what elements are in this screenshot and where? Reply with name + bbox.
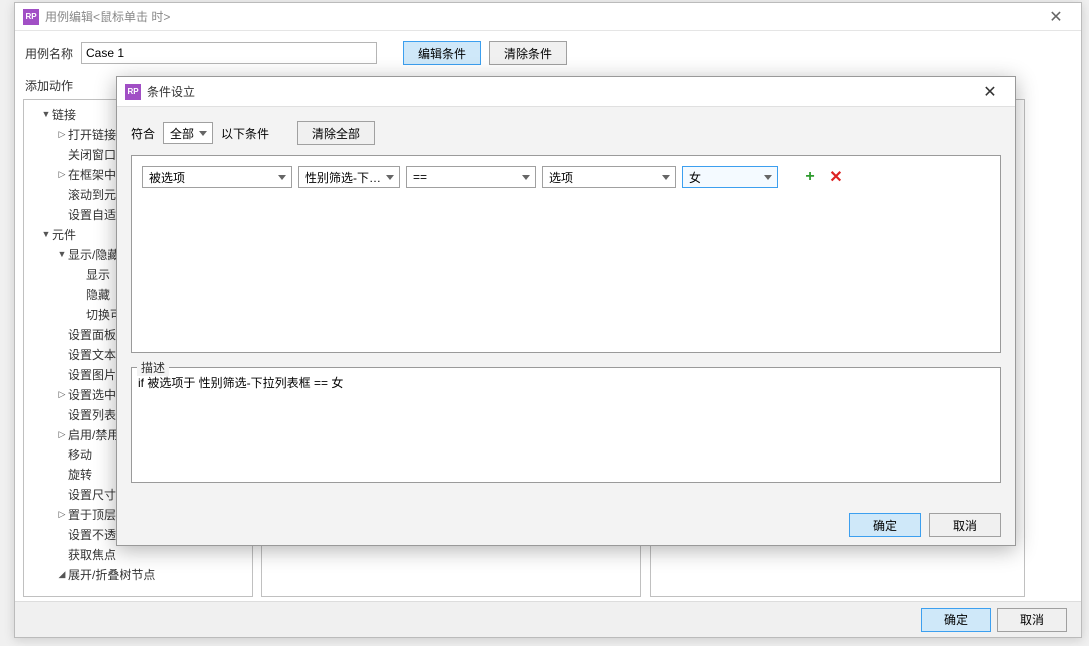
- cond-value-select[interactable]: 女: [682, 166, 778, 188]
- cond-valuetype-select[interactable]: 选项: [542, 166, 676, 188]
- tree-arrow-icon: ▷: [56, 169, 68, 180]
- cond-operator-select[interactable]: ==: [406, 166, 536, 188]
- description-label: 描述: [137, 359, 169, 376]
- delete-condition-icon[interactable]: ✕: [826, 167, 846, 187]
- tree-item-label: 元件: [52, 226, 76, 243]
- close-icon[interactable]: ✕: [1039, 3, 1073, 31]
- tree-arrow-icon: ▷: [56, 429, 68, 440]
- tree-item-label: 链接: [52, 106, 76, 123]
- tree-item-label: 打开链接: [68, 126, 116, 143]
- tree-item-label: 关闭窗口: [68, 146, 116, 163]
- tree-arrow-icon: ◢: [56, 569, 68, 580]
- cond-footer: 确定 取消: [117, 505, 1015, 545]
- match-select[interactable]: 全部: [163, 122, 213, 144]
- match-row: 符合 全部 以下条件 清除全部: [117, 107, 1015, 155]
- cancel-button[interactable]: 取消: [997, 608, 1067, 632]
- clear-condition-button[interactable]: 清除条件: [489, 41, 567, 65]
- add-condition-icon[interactable]: +: [800, 167, 820, 187]
- edit-condition-button[interactable]: 编辑条件: [403, 41, 481, 65]
- condition-row: 被选项 性别筛选-下拉列表 == 选项 女 + ✕: [142, 166, 990, 188]
- tree-item-label: 移动: [68, 446, 92, 463]
- tree-item-label: 获取焦点: [68, 546, 116, 563]
- case-name-input[interactable]: [81, 42, 377, 64]
- clear-all-button[interactable]: 清除全部: [297, 121, 375, 145]
- tree-item-label: 展开/折叠树节点: [68, 566, 155, 583]
- tree-arrow-icon: ▷: [56, 129, 68, 140]
- condition-dialog: RP 条件设立 ✕ 符合 全部 以下条件 清除全部 被选项 性别筛选-下拉列表 …: [116, 76, 1016, 546]
- main-titlebar[interactable]: RP 用例编辑<鼠标单击 时> ✕: [15, 3, 1081, 31]
- cancel-button[interactable]: 取消: [929, 513, 1001, 537]
- window-title: 用例编辑<鼠标单击 时>: [45, 8, 1039, 25]
- tree-item-label: 设置文本: [68, 346, 116, 363]
- cond-titlebar[interactable]: RP 条件设立 ✕: [117, 77, 1015, 107]
- description-textarea[interactable]: [131, 367, 1001, 483]
- tree-arrow-icon: ▼: [40, 109, 52, 119]
- main-footer: 确定 取消: [15, 601, 1081, 637]
- description-group: 描述: [131, 367, 1001, 486]
- tree-item-label: 设置选中: [68, 386, 116, 403]
- close-icon[interactable]: ✕: [973, 77, 1007, 107]
- tree-item-label: 旋转: [68, 466, 92, 483]
- app-icon: RP: [23, 9, 39, 25]
- tree-item[interactable]: 获取焦点: [24, 544, 252, 564]
- tree-item-label: 显示: [86, 266, 110, 283]
- match-suffix: 以下条件: [221, 125, 269, 142]
- case-name-label: 用例名称: [25, 45, 73, 62]
- app-icon: RP: [125, 84, 141, 100]
- tree-arrow-icon: ▷: [56, 509, 68, 520]
- cond-title: 条件设立: [147, 83, 973, 100]
- tree-arrow-icon: ▼: [40, 229, 52, 239]
- ok-button[interactable]: 确定: [849, 513, 921, 537]
- tree-item-label: 启用/禁用: [68, 426, 119, 443]
- tree-item-label: 设置尺寸: [68, 486, 116, 503]
- tree-arrow-icon: ▼: [56, 249, 68, 259]
- tree-item[interactable]: ◢展开/折叠树节点: [24, 564, 252, 584]
- match-label: 符合: [131, 125, 155, 142]
- ok-button[interactable]: 确定: [921, 608, 991, 632]
- tree-item-label: 隐藏: [86, 286, 110, 303]
- tree-item-label: 显示/隐藏: [68, 246, 119, 263]
- tree-item-label: 设置图片: [68, 366, 116, 383]
- tree-arrow-icon: ▷: [56, 389, 68, 400]
- conditions-box: 被选项 性别筛选-下拉列表 == 选项 女 + ✕: [131, 155, 1001, 353]
- cond-field-select[interactable]: 被选项: [142, 166, 292, 188]
- case-name-row: 用例名称 编辑条件 清除条件: [15, 31, 1081, 71]
- cond-target-select[interactable]: 性别筛选-下拉列表: [298, 166, 400, 188]
